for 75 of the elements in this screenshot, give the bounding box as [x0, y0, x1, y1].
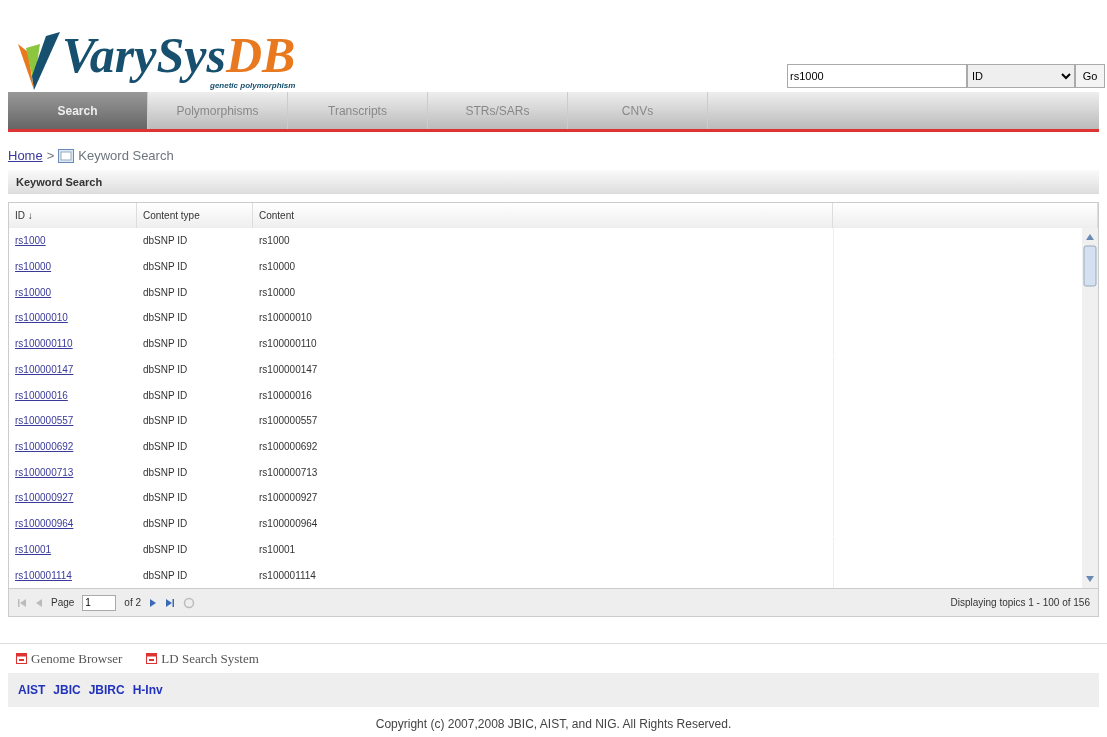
table-cell-text: dbSNP ID: [142, 542, 189, 557]
table-cell-text: rs100000692: [258, 440, 319, 454]
id-link[interactable]: rs10001: [15, 541, 52, 557]
table-cell-text: rs100000964: [258, 517, 319, 532]
previous-page-icon[interactable]: [35, 597, 43, 608]
table-cell-text: rs10001: [258, 542, 297, 557]
breadcrumb-separator: >: [46, 147, 55, 165]
id-link[interactable]: rs1000: [15, 233, 46, 249]
table-cell-text: dbSNP ID: [142, 440, 189, 454]
id-link[interactable]: rs10000010: [15, 310, 68, 326]
table-cell-text: rs100000557: [258, 414, 319, 429]
copyright-text: Copyright (c) 2007,2008 JBIC, AIST, and NIG. All Rights Reserved.: [374, 716, 733, 733]
column-header[interactable]: Content: [253, 203, 833, 228]
page-field[interactable]: 1: [82, 594, 117, 611]
table-cell-text: rs100000927: [258, 491, 319, 506]
type-select[interactable]: ID: [967, 64, 1075, 88]
table-cell-text: rs10000: [258, 285, 297, 300]
window-icon: [16, 653, 27, 664]
logo-tagline: genetic polymorphism: [210, 81, 296, 92]
search-page-icon: [58, 148, 75, 163]
id-link[interactable]: rs10000016: [15, 387, 68, 403]
partner-link[interactable]: AIST: [18, 681, 46, 699]
id-link[interactable]: rs100000147: [15, 361, 74, 377]
id-link[interactable]: rs10000: [15, 284, 52, 300]
page-count: of 2: [124, 596, 142, 610]
table-cell-text: rs100000110: [258, 337, 318, 352]
id-link[interactable]: rs100000110: [15, 336, 73, 352]
column-header[interactable]: ID ↓: [9, 203, 137, 228]
first-page-icon[interactable]: [17, 597, 27, 608]
table-cell-text: rs10000010: [258, 311, 313, 326]
table-cell-text: dbSNP ID: [142, 362, 189, 377]
table-cell-text: rs10000016: [258, 388, 313, 403]
id-link[interactable]: rs100000692: [15, 439, 74, 454]
table-cell-text: dbSNP ID: [142, 234, 189, 249]
table-cell-text: dbSNP ID: [142, 465, 189, 480]
next-page-icon[interactable]: [149, 597, 158, 608]
id-link[interactable]: rs100000964: [15, 516, 74, 532]
table-cell-text: dbSNP ID: [142, 491, 189, 506]
id-link[interactable]: rs100001114: [15, 567, 72, 583]
partner-link[interactable]: H-Inv: [132, 681, 163, 699]
id-link[interactable]: rs100000557: [15, 413, 74, 429]
scrollbar[interactable]: [1082, 228, 1098, 588]
id-link[interactable]: rs10000: [15, 259, 52, 274]
table-cell-text: dbSNP ID: [142, 311, 189, 326]
window-icon: [146, 653, 158, 664]
id-link[interactable]: rs100000713: [15, 464, 74, 480]
pager-summary: Displaying topics 1 - 100 of 156: [950, 596, 1090, 610]
table-cell-text: dbSNP ID: [142, 260, 189, 274]
table-cell-text: rs100000147: [258, 362, 319, 377]
tool-link[interactable]: Genome Browser: [16, 648, 123, 669]
go-button[interactable]: Go: [1075, 64, 1105, 88]
table-cell-text: dbSNP ID: [142, 285, 189, 300]
page-label: Page: [51, 596, 75, 610]
table-cell-text: dbSNP ID: [142, 337, 189, 352]
table-cell-text: dbSNP ID: [142, 414, 189, 429]
partner-link[interactable]: JBIC: [53, 681, 81, 699]
table-cell-text: rs100001114: [258, 568, 317, 583]
table-cell-text: dbSNP ID: [142, 517, 189, 532]
panel-title: Keyword Search: [8, 169, 1099, 194]
table-cell-text: dbSNP ID: [142, 568, 189, 583]
nav-tab[interactable]: Search: [8, 92, 148, 129]
last-page-icon[interactable]: [165, 597, 176, 608]
column-header[interactable]: Content type: [137, 203, 253, 228]
search-field[interactable]: rs1000: [787, 64, 967, 88]
table-cell-text: dbSNP ID: [142, 388, 189, 403]
table-cell-text: rs1000: [258, 234, 291, 249]
tool-link[interactable]: LD Search System: [146, 648, 259, 669]
logo-icon: [16, 30, 62, 92]
home-link[interactable]: Home: [8, 146, 43, 166]
id-link[interactable]: rs100000927: [15, 490, 74, 506]
refresh-icon[interactable]: [183, 596, 196, 609]
table-cell-text: rs10000: [258, 260, 297, 274]
partner-link[interactable]: JBIRC: [88, 681, 125, 699]
table-cell-text: rs100000713: [258, 465, 319, 480]
breadcrumb-current: Keyword Search: [78, 147, 174, 165]
